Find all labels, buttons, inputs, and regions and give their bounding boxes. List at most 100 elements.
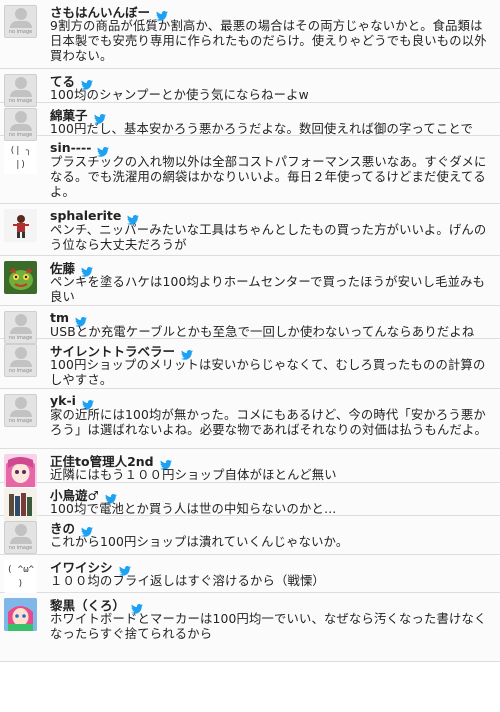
tweet-row: 佐藤 ペンキを塗るハケは100均よりホームセンターで買ったほうが安いし毛並みも良い: [0, 256, 500, 306]
tweet-row: no image きの これから100円ショップは潰れていくんじゃないか。: [0, 516, 500, 555]
no-image-caption: no image: [8, 368, 33, 374]
tweet-header: sin----: [50, 139, 494, 157]
avatar-silhouette-body: [9, 537, 32, 544]
tweet-header: イワイシシ: [50, 557, 494, 576]
tweet-row: 小鳥遊♂ 100均で電池とか買う人は世の中知らないのかと…: [0, 483, 500, 521]
avatar-silhouette-head: [14, 77, 27, 89]
tweet-row: no image tm USBとか充電ケーブルとかも至急で一回しか使わないってんなら…: [0, 306, 500, 344]
tweet-row: sphalerite ペンチ、ニッパーみたいな工具はちゃんとしたもの買った方がいい…: [0, 204, 500, 256]
avatar-placeholder[interactable]: no image: [4, 394, 37, 427]
tweet-row: no image サイレントトラベラー 100円ショップのメリットは安いからじゃなく…: [0, 339, 500, 389]
tweet-row: 黎黒（くろ） ホワイトボードとマーカーは100円均一でいい、なぜなら汚くなった書け…: [0, 593, 500, 662]
no-image-caption: no image: [8, 29, 33, 35]
user-name[interactable]: 小鳥遊♂: [50, 485, 99, 504]
ascii-face-glyph: ( ^ω^ ): [6, 564, 35, 589]
avatar-ascii-face[interactable]: (| ╮ |): [4, 141, 37, 174]
tweet-content: 黎黒（くろ） ホワイトボードとマーカーは100円均一でいい、なぜなら汚くなった書け…: [50, 596, 494, 658]
user-name[interactable]: 綿菓子: [50, 105, 88, 124]
avatar-silhouette-body: [9, 360, 32, 367]
user-name[interactable]: tm: [50, 310, 69, 325]
tweet-content: さもはんいんぼー 9割方の商品が低質か割高か、最悪の場合はその両方じゃないかと。食…: [50, 3, 494, 65]
twitter-bird-icon[interactable]: [93, 109, 106, 124]
tweet-content: 佐藤 ペンキを塗るハケは100均よりホームセンターで買ったほうが安いし毛並みも良い: [50, 258, 494, 305]
tweet-text: ペンチ、ニッパーみたいな工具はちゃんとしたもの買った方がいいよ。げんのう位なら大…: [50, 223, 487, 252]
user-name[interactable]: さもはんいんぼー: [50, 2, 150, 21]
tweet-text: 近隣にはもう１００円ショップ自体がほとんど無い: [50, 468, 337, 482]
avatar-placeholder[interactable]: no image: [4, 74, 37, 107]
avatar-placeholder[interactable]: no image: [4, 311, 37, 344]
user-name[interactable]: sin----: [50, 140, 91, 155]
twitter-bird-icon[interactable]: [159, 455, 172, 470]
twitter-bird-icon[interactable]: [181, 345, 194, 360]
avatar-ascii-face[interactable]: ( ^ω^ ): [4, 560, 37, 593]
twitter-bird-icon[interactable]: [81, 262, 94, 277]
twitter-bird-icon[interactable]: [131, 599, 144, 614]
user-name[interactable]: yk-i: [50, 393, 76, 408]
no-image-caption: no image: [8, 98, 33, 104]
user-name[interactable]: sphalerite: [50, 208, 121, 223]
tweet-row: no image yk-i 家の近所には100均が無かった。コメにもあるけど、今の時…: [0, 389, 500, 449]
avatar-image[interactable]: [4, 209, 37, 242]
avatar-silhouette-head: [14, 524, 27, 536]
tweet-row: 正佳to管理人2nd 近隣にはもう１００円ショップ自体がほとんど無い: [0, 449, 500, 487]
avatar-image[interactable]: [4, 261, 37, 294]
twitter-bird-icon[interactable]: [81, 75, 94, 90]
tweet-header: 正佳to管理人2nd: [50, 451, 494, 470]
tweet-text: １００均のフライ返しはすぐ溶けるから（戦慄）: [50, 574, 325, 588]
tweet-header: 黎黒（くろ）: [50, 595, 494, 614]
avatar-image[interactable]: [4, 488, 37, 521]
tweet-row: no image てる 100均のシャンプーとか使う気にならねーよw: [0, 69, 500, 107]
avatar-silhouette-head: [14, 347, 27, 359]
tweet-content: 正佳to管理人2nd 近隣にはもう１００円ショップ自体がほとんど無い: [50, 451, 494, 483]
twitter-bird-icon[interactable]: [97, 142, 110, 157]
tweet-feed: no image さもはんいんぼー 9割方の商品が低質か割高か、最悪の場合はその両方…: [0, 0, 500, 662]
user-name[interactable]: きの: [50, 518, 75, 537]
avatar-silhouette-head: [14, 314, 27, 326]
ascii-face-glyph: (| ╮ |): [9, 145, 32, 170]
avatar-placeholder[interactable]: no image: [4, 5, 37, 38]
tweet-content: 小鳥遊♂ 100均で電池とか買う人は世の中知らないのかと…: [50, 485, 494, 517]
tweet-header: 佐藤: [50, 258, 494, 277]
avatar-silhouette-body: [9, 90, 32, 97]
tweet-header: 綿菓子: [50, 105, 494, 124]
avatar-placeholder[interactable]: no image: [4, 521, 37, 554]
tweet-text: 100円だし、基本安かろう悪かろうだよな。数回使えれば御の字ってことで: [50, 122, 473, 136]
avatar-image[interactable]: [4, 598, 37, 631]
tweet-content: イワイシシ １００均のフライ返しはすぐ溶けるから（戦慄）: [50, 558, 494, 589]
avatar-silhouette-head: [14, 8, 27, 20]
tweet-text: これから100円ショップは潰れていくんじゃないか。: [50, 535, 349, 549]
tweet-content: yk-i 家の近所には100均が無かった。コメにもあるけど、今の時代「安かろう悪か…: [50, 392, 494, 445]
twitter-bird-icon[interactable]: [104, 489, 117, 504]
tweet-text: ペンキを塗るハケは100均よりホームセンターで買ったほうが安いし毛並みも良い: [50, 275, 486, 304]
avatar-silhouette-body: [9, 124, 32, 131]
twitter-bird-icon[interactable]: [75, 312, 88, 327]
tweet-content: きの これから100円ショップは潰れていくんじゃないか。: [50, 519, 494, 551]
tweet-content: sphalerite ペンチ、ニッパーみたいな工具はちゃんとしたもの買った方がいい…: [50, 207, 494, 253]
tweet-content: てる 100均のシャンプーとか使う気にならねーよw: [50, 71, 494, 103]
avatar-placeholder[interactable]: no image: [4, 344, 37, 377]
tweet-row: no image さもはんいんぼー 9割方の商品が低質か割高か、最悪の場合はその両方…: [0, 0, 500, 69]
twitter-bird-icon[interactable]: [127, 210, 140, 225]
avatar-silhouette-body: [9, 327, 32, 334]
twitter-bird-icon[interactable]: [156, 6, 169, 21]
tweet-header: 小鳥遊♂: [50, 485, 494, 504]
tweet-row: no image 綿菓子 100円だし、基本安かろう悪かろうだよな。数回使えれば御の…: [0, 103, 500, 141]
user-name[interactable]: てる: [50, 71, 75, 90]
tweet-header: yk-i: [50, 392, 494, 410]
no-image-caption: no image: [8, 335, 33, 341]
twitter-bird-icon[interactable]: [118, 561, 131, 576]
user-name[interactable]: 佐藤: [50, 258, 75, 277]
user-name[interactable]: サイレントトラベラー: [50, 341, 175, 360]
user-name[interactable]: 黎黒（くろ）: [50, 595, 125, 614]
tweet-header: さもはんいんぼー: [50, 2, 494, 21]
no-image-caption: no image: [8, 418, 33, 424]
user-name[interactable]: 正佳to管理人2nd: [50, 451, 154, 470]
avatar-image[interactable]: [4, 454, 37, 487]
twitter-bird-icon[interactable]: [81, 522, 94, 537]
tweet-content: tm USBとか充電ケーブルとかも至急で一回しか使わないってんならありだよね: [50, 309, 494, 340]
avatar-placeholder[interactable]: no image: [4, 108, 37, 141]
tweet-text: 100円ショップのメリットは安いからじゃなくて、むしろ買ったものの計算のしやすさ…: [50, 358, 486, 387]
twitter-bird-icon[interactable]: [81, 395, 94, 410]
tweet-text: 100均で電池とか買う人は世の中知らないのかと…: [50, 502, 337, 516]
user-name[interactable]: イワイシシ: [50, 557, 113, 576]
